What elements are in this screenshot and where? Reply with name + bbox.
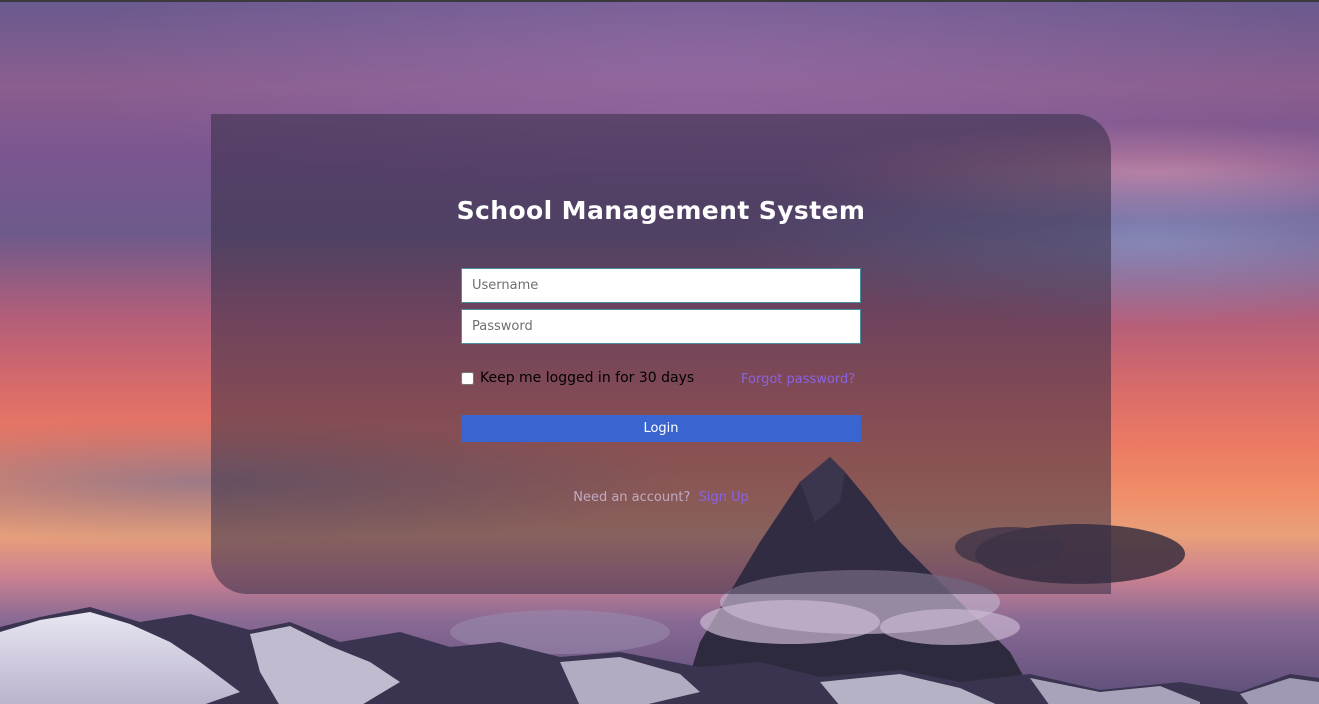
- password-input[interactable]: [461, 309, 861, 344]
- need-account-text: Need an account?: [573, 490, 691, 505]
- page-title: School Management System: [456, 196, 866, 225]
- remember-me-row: Keep me logged in for 30 days: [461, 370, 694, 386]
- remember-me-label: Keep me logged in for 30 days: [480, 370, 695, 386]
- forgot-password-link[interactable]: Forgot password?: [741, 372, 855, 387]
- sign-up-link[interactable]: Sign Up: [699, 490, 749, 505]
- login-card: School Management System Keep me logged …: [211, 114, 1111, 594]
- login-button[interactable]: Login: [461, 415, 861, 442]
- signup-row: Need an account? Sign Up: [211, 490, 1111, 505]
- username-input[interactable]: [461, 268, 861, 303]
- remember-me-checkbox[interactable]: [461, 371, 474, 385]
